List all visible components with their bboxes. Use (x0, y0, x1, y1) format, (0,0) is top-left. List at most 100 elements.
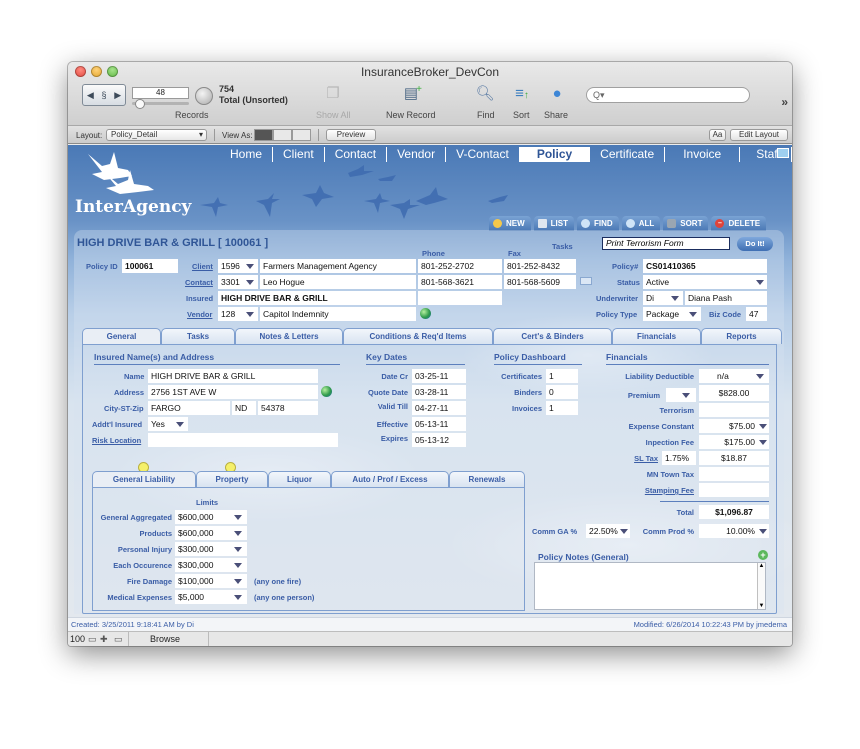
email-icon[interactable] (580, 277, 592, 285)
client-dropdown-icon[interactable] (246, 264, 254, 269)
sort-button-action[interactable]: SORT (663, 216, 709, 231)
vendor-link[interactable]: Vendor (187, 310, 212, 319)
record-navigator-book[interactable]: ◀ § ▶ (82, 84, 126, 106)
inspection-dropdown-icon[interactable] (759, 440, 767, 445)
tab-auto-prof-excess[interactable]: Auto / Prof / Excess (331, 471, 449, 487)
layout-select[interactable]: Policy_Detail (106, 129, 207, 141)
state-input[interactable]: ND (232, 401, 256, 415)
status-dropdown-icon[interactable] (756, 280, 764, 285)
addl-insured-dropdown-icon[interactable] (176, 422, 184, 427)
policy-type-dropdown-icon[interactable] (689, 312, 697, 317)
premium-dropdown-icon[interactable] (682, 393, 690, 398)
terrorism-field[interactable] (699, 403, 769, 417)
contact-link[interactable]: Contact (185, 278, 213, 287)
sort-button[interactable]: Sort (513, 110, 530, 120)
nav-v-contact[interactable]: V-Contact (446, 147, 519, 162)
tab-certs-binders[interactable]: Cert's & Binders (493, 328, 612, 344)
insured-name-field[interactable]: HIGH DRIVE BAR & GRILL (218, 291, 416, 305)
insured-name-input[interactable]: HIGH DRIVE BAR & GRILL (148, 369, 318, 383)
tab-liquor[interactable]: Liquor (268, 471, 331, 487)
premium-type-select[interactable] (666, 388, 696, 402)
scroll-down-icon[interactable]: ▼ (758, 603, 765, 609)
find-button-action[interactable]: FIND (577, 216, 619, 231)
all-button[interactable]: ALL (621, 216, 661, 231)
limit-dropdown-icon[interactable] (234, 579, 242, 584)
sl-tax-link[interactable]: SL Tax (628, 454, 658, 463)
insured-blank-field[interactable] (418, 291, 502, 305)
tab-renewals[interactable]: Renewals (449, 471, 525, 487)
quote-date-field[interactable]: 03-28-11 (412, 385, 466, 399)
prev-record-icon[interactable]: ◀ (87, 90, 94, 101)
mode-indicator[interactable]: Browse (150, 634, 180, 644)
effective-field[interactable]: 05-13-11 (412, 417, 466, 431)
sl-tax-rate-field[interactable]: 1.75% (662, 451, 696, 465)
record-slider[interactable] (132, 99, 189, 109)
liability-deductible-dropdown-icon[interactable] (756, 374, 764, 379)
current-record-input[interactable]: 48 (132, 87, 189, 99)
tab-reports[interactable]: Reports (701, 328, 782, 344)
policy-id-field[interactable]: 100061 (122, 259, 178, 273)
table-view-button[interactable] (292, 129, 311, 141)
limit-dropdown-icon[interactable] (234, 515, 242, 520)
toggle-toolbar-icon[interactable]: ▭ (114, 634, 123, 645)
find-button[interactable]: Find (477, 110, 495, 120)
zoom-out-icon[interactable]: ▭ (88, 634, 97, 645)
stamping-fee-field[interactable] (699, 483, 769, 497)
new-record-button[interactable]: New Record (386, 110, 436, 120)
nav-contact[interactable]: Contact (325, 147, 388, 162)
stamping-fee-link[interactable]: Stamping Fee (628, 486, 694, 495)
tab-property[interactable]: Property (196, 471, 268, 487)
list-view-button[interactable] (273, 129, 292, 141)
zip-input[interactable]: 54378 (258, 401, 318, 415)
edit-layout-button[interactable]: Edit Layout (730, 129, 788, 141)
limit-dropdown-icon[interactable] (234, 531, 242, 536)
mn-town-tax-field[interactable] (699, 467, 769, 481)
do-it-button[interactable]: Do It! (737, 237, 773, 251)
premium-field[interactable]: $828.00 (699, 385, 769, 401)
tab-general-liability[interactable]: General Liability (92, 471, 196, 488)
tab-conditions[interactable]: Conditions & Req'd Items (343, 328, 493, 344)
tab-tasks[interactable]: Tasks (161, 328, 235, 344)
policy-notes-textarea[interactable]: ▲ ▼ (534, 562, 766, 610)
contact-name-field[interactable]: Leo Hogue (260, 275, 416, 289)
nav-invoice[interactable]: Invoice (665, 147, 741, 162)
client-name-field[interactable]: Farmers Management Agency (260, 259, 416, 273)
add-note-icon[interactable]: + (758, 550, 768, 560)
vendor-dropdown-icon[interactable] (246, 312, 254, 317)
risk-location-input[interactable] (148, 433, 338, 447)
globe-icon[interactable] (420, 308, 431, 319)
tab-general[interactable]: General (82, 328, 161, 345)
notes-scrollbar[interactable]: ▲ ▼ (757, 563, 765, 609)
contact-phone-field[interactable]: 801-568-3621 (418, 275, 502, 289)
zoom-level[interactable]: 100 (70, 634, 85, 644)
underwriter-dropdown-icon[interactable] (671, 296, 679, 301)
monitor-icon[interactable] (777, 148, 789, 158)
tab-financials[interactable]: Financials (612, 328, 701, 344)
share-button[interactable]: Share (544, 110, 568, 120)
nav-home[interactable]: Home (220, 147, 274, 162)
city-input[interactable]: FARGO (148, 401, 230, 415)
client-link[interactable]: Client (192, 262, 213, 271)
comm-ga-dropdown-icon[interactable] (620, 529, 628, 534)
comm-prod-dropdown-icon[interactable] (759, 529, 767, 534)
address-input[interactable]: 2756 1ST AVE W (148, 385, 318, 399)
address-globe-icon[interactable] (321, 386, 332, 397)
text-size-button[interactable]: Aa (709, 129, 726, 141)
tab-notes-letters[interactable]: Notes & Letters (235, 328, 343, 344)
sl-tax-field[interactable]: $18.87 (699, 451, 769, 465)
limit-dropdown-icon[interactable] (234, 547, 242, 552)
tasks-input[interactable]: Print Terrorism Form (602, 237, 730, 250)
biz-code-field[interactable]: 47 (746, 307, 767, 321)
zoom-in-icon[interactable]: ✚ (100, 634, 108, 645)
scroll-up-icon[interactable]: ▲ (758, 563, 765, 569)
vendor-name-field[interactable]: Capitol Indemnity (260, 307, 416, 321)
nav-vendor[interactable]: Vendor (387, 147, 447, 162)
show-all-button[interactable]: Show All (316, 110, 351, 120)
contact-dropdown-icon[interactable] (246, 280, 254, 285)
limit-dropdown-icon[interactable] (234, 595, 242, 600)
expires-field[interactable]: 05-13-12 (412, 433, 466, 447)
risk-location-link[interactable]: Risk Location (92, 436, 141, 445)
underwriter-name-field[interactable]: Diana Pash (685, 291, 767, 305)
new-button[interactable]: NEW (489, 216, 531, 231)
nav-policy[interactable]: Policy (518, 147, 591, 162)
